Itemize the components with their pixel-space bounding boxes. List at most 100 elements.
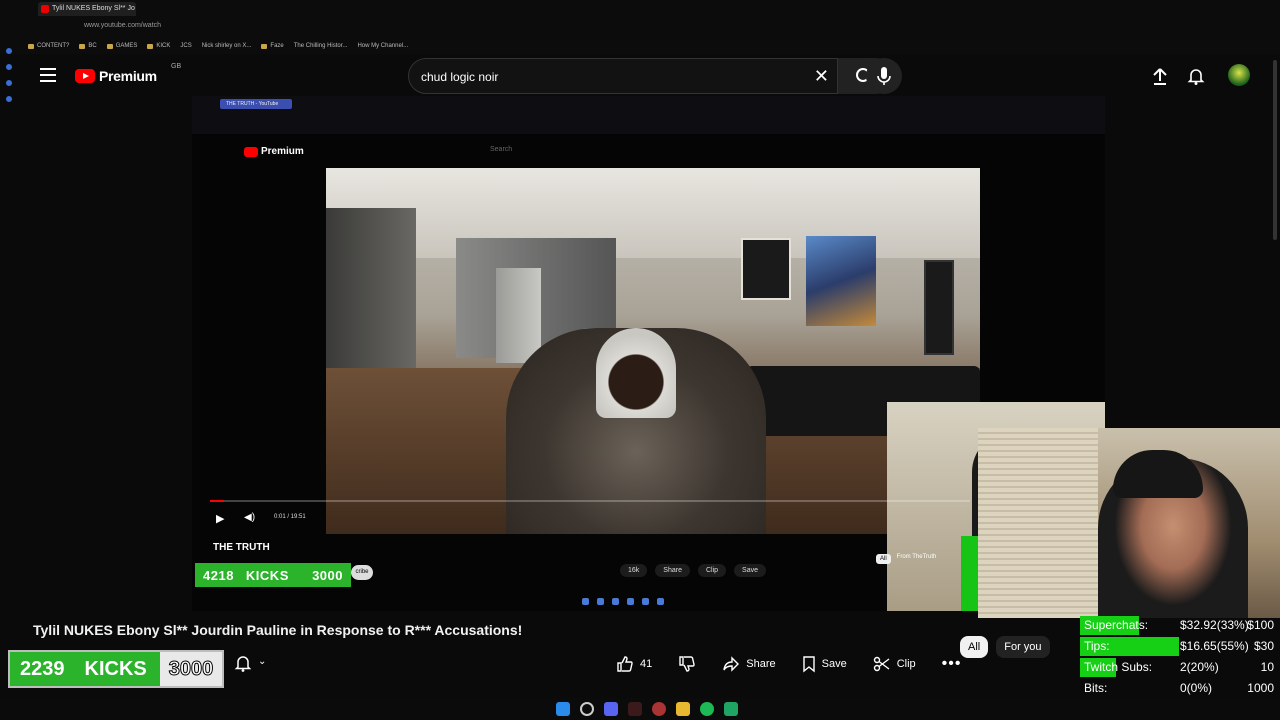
chip-all[interactable]: All (960, 636, 989, 658)
progress-bar[interactable] (210, 500, 970, 502)
embedded-chip-channel: From TheTruth (896, 554, 937, 560)
sidebar-app-icon[interactable] (6, 80, 12, 86)
embedded-youtube-header: Premium Search (192, 138, 1105, 166)
goal-label: Twitch Subs: (1084, 660, 1153, 674)
volume-icon[interactable]: ◀) (244, 512, 255, 523)
thumbs-up-icon (617, 656, 633, 672)
clear-search-icon[interactable]: ✕ (814, 66, 829, 86)
bookmark[interactable]: BC (79, 43, 97, 49)
bookmark[interactable]: The Chilling Histor... (294, 43, 348, 49)
microphone-icon (877, 67, 891, 85)
recommendation-chips: All For you (960, 636, 1050, 658)
goal-row: Superchats: $32.92(33%) $100 (1080, 615, 1280, 636)
voice-search-button[interactable] (866, 58, 902, 94)
bookmark[interactable]: How My Channel... (357, 43, 408, 49)
discord-icon[interactable] (604, 702, 618, 716)
goal-value: 0(0%) (1180, 681, 1213, 695)
goal-target: $30 (1253, 639, 1274, 653)
sidebar-app-icon[interactable] (6, 96, 12, 102)
goal-target: 1000 (1247, 681, 1274, 695)
bookmarks-bar: CONTENT? BC GAMES KICK JCS Nick shirley … (0, 38, 1280, 54)
goal-label: Tips: (1084, 639, 1110, 653)
goal-value: $16.65(55%) (1180, 639, 1249, 653)
youtube-header: Premium GB chud logic noir ✕ (20, 56, 1280, 96)
bell-icon (1187, 69, 1205, 85)
app-icon[interactable] (724, 702, 738, 716)
bookmark[interactable]: JCS (180, 43, 191, 49)
clip-button[interactable]: Clip (865, 651, 924, 677)
kicks-goal: 3000 (160, 652, 222, 686)
upload-icon (1153, 68, 1167, 85)
bookmark[interactable]: Faze (261, 43, 284, 49)
windows-start-icon[interactable] (556, 702, 570, 716)
url-text[interactable]: www.youtube.com/watch (84, 22, 161, 29)
video-frame (326, 168, 980, 534)
goal-row: Tips: $16.65(55%) $30 (1080, 636, 1280, 657)
subscribe-button-fragment: cribe (351, 565, 373, 580)
file-explorer-icon[interactable] (676, 702, 690, 716)
sidebar-app-icon[interactable] (6, 48, 12, 54)
play-icon[interactable]: ▶ (216, 512, 224, 525)
dislike-button[interactable] (670, 651, 704, 677)
browser-sidebar (0, 38, 18, 278)
scissors-icon (873, 656, 890, 672)
menu-icon[interactable] (40, 68, 56, 82)
browser-tab[interactable]: Tylil NUKES Ebony Sl** Jo (38, 2, 136, 16)
embedded-share: Share (655, 564, 690, 577)
bookmark[interactable]: KICK (147, 43, 170, 49)
save-button[interactable]: Save (794, 651, 855, 677)
video-action-bar: 41 Share Save Clip ••• (608, 651, 969, 677)
goal-label: Bits: (1084, 681, 1108, 695)
account-avatar[interactable] (1228, 64, 1250, 86)
bookmark[interactable]: Nick shirley on X... (202, 43, 252, 49)
share-label: Share (746, 658, 776, 670)
kicks-goal: 3000 (312, 567, 343, 583)
more-icon: ••• (941, 655, 962, 672)
like-button[interactable]: 41 (608, 651, 660, 677)
kicks-goal-overlay: 2239 KICKS 3000 (8, 650, 224, 688)
share-button[interactable]: Share (714, 651, 783, 677)
thumbs-down-icon (679, 656, 695, 672)
folder-icon (106, 43, 113, 49)
youtube-logo[interactable]: Premium GB (75, 63, 181, 84)
bookmark[interactable]: CONTENT? (28, 43, 69, 49)
video-player[interactable]: THE TRUTH - YouTube Premium Search ▶ ◀) … (192, 96, 1105, 611)
page-scrollbar[interactable] (1273, 60, 1277, 240)
recording-app-icon[interactable] (628, 702, 642, 716)
sidebar-app-icon[interactable] (6, 64, 12, 70)
goal-label: Superchats: (1084, 618, 1149, 632)
youtube-play-icon (244, 146, 258, 157)
search-box[interactable]: chud logic noir ✕ (408, 58, 838, 94)
youtube-play-icon (75, 69, 95, 83)
logo-text: Premium (99, 68, 157, 84)
bell-icon (234, 656, 252, 672)
browser-tab-title: Tylil NUKES Ebony Sl** Jo (52, 5, 135, 12)
embedded-browser-chrome: THE TRUTH - YouTube (192, 96, 1105, 134)
chrome-icon[interactable] (652, 702, 666, 716)
goal-target: $100 (1247, 618, 1274, 632)
share-icon (723, 656, 740, 672)
search-icon[interactable] (580, 702, 594, 716)
subscription-bell-button[interactable] (234, 653, 252, 678)
goal-value: $32.92(33%) (1180, 618, 1249, 632)
video-title: Tylil NUKES Ebony Sl** Jourdin Pauline i… (33, 622, 523, 638)
embedded-chip-all: All (876, 554, 891, 564)
folder-icon (28, 43, 34, 49)
chip-for-you[interactable]: For you (996, 636, 1050, 658)
kicks-label: KICKS (84, 657, 147, 680)
goal-row: Bits: 0(0%) 1000 (1080, 678, 1280, 699)
embedded-taskbar (582, 598, 664, 605)
address-bar[interactable]: www.youtube.com/watch (0, 18, 1280, 38)
create-button[interactable] (1150, 66, 1170, 91)
region-code: GB (171, 63, 182, 70)
notifications-button[interactable] (1186, 66, 1206, 91)
embedded-search-placeholder: Search (490, 146, 513, 153)
search-input[interactable]: chud logic noir (421, 70, 498, 84)
bookmark[interactable]: GAMES (106, 43, 137, 49)
embedded-save: Save (734, 564, 767, 577)
save-label: Save (821, 658, 847, 670)
folder-icon (147, 43, 154, 49)
kicks-count: 4218 (203, 567, 234, 583)
chevron-down-icon[interactable]: ⌄ (258, 656, 266, 667)
spotify-icon[interactable] (700, 702, 714, 716)
